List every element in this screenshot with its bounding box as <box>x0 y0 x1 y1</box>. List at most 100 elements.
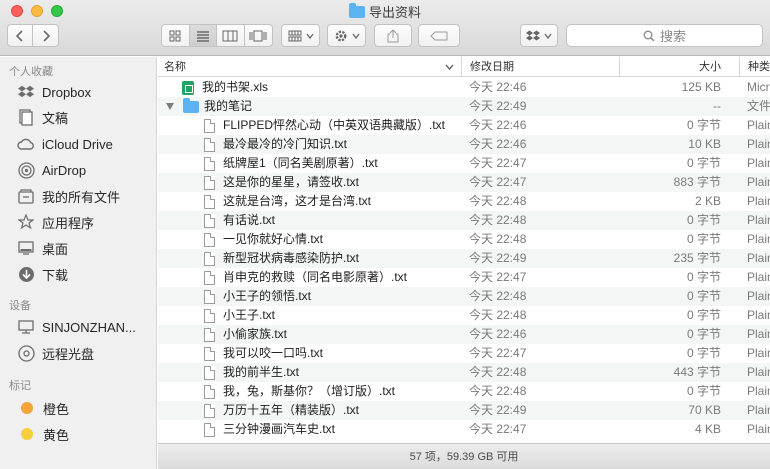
file-row[interactable]: 一见你就好心情.txt 今天 22:48 0 字节 Plain <box>158 230 770 249</box>
file-row[interactable]: 最冷最冷的冷门知识.txt 今天 22:46 10 KB Plain <box>158 135 770 154</box>
sidebar-item-dropbox[interactable]: Dropbox <box>17 81 155 103</box>
sidebar-item-label: Dropbox <box>42 84 92 100</box>
file-name-cell: 我的书架.xls <box>182 78 462 97</box>
column-view-button[interactable] <box>217 25 245 46</box>
file-row[interactable]: 小王子.txt 今天 22:48 0 字节 Plain <box>158 306 770 325</box>
forward-button[interactable] <box>33 25 58 46</box>
file-name: FLIPPED怦然心动（中英双语典藏版）.txt <box>223 118 446 132</box>
folder-icon <box>348 3 365 18</box>
file-name-cell: 我的前半生.txt <box>204 363 462 382</box>
file-name-cell: 肖申克的救赎（同名电影原著）.txt <box>204 268 462 287</box>
edit-tags-button[interactable] <box>418 24 460 47</box>
sidebar-item-computer[interactable]: SINJONZHAN... <box>17 316 155 338</box>
file-kind: Plain <box>747 251 770 265</box>
sidebar-item-desktop[interactable]: 桌面 <box>17 237 155 259</box>
sidebar-item-label: 下载 <box>42 267 69 283</box>
file-kind: Plain <box>747 308 770 322</box>
file-date: 今天 22:49 <box>469 251 527 265</box>
file-date: 今天 22:48 <box>469 232 527 246</box>
dropbox-menu-button[interactable] <box>520 24 558 47</box>
sidebar-item-remote-disc[interactable]: 远程光盘 <box>17 342 155 364</box>
sidebar-item-label: 我的所有文件 <box>42 189 121 205</box>
file-row[interactable]: 肖申克的救赎（同名电影原著）.txt 今天 22:47 0 字节 Plain <box>158 268 770 287</box>
file-row[interactable]: 这就是台湾，这才是台湾.txt 今天 22:48 2 KB Plain <box>158 192 770 211</box>
file-size: -- <box>713 99 721 113</box>
file-name: 这就是台湾，这才是台湾.txt <box>223 194 372 208</box>
file-row[interactable]: 这是你的星星，请签收.txt 今天 22:47 883 字节 Plain <box>158 173 770 192</box>
sidebar-item-downloads[interactable]: 下载 <box>17 263 155 285</box>
sidebar-item-airdrop[interactable]: AirDrop <box>17 159 155 181</box>
file-row[interactable]: 我的书架.xls 今天 22:46 125 KB Micr <box>158 78 770 97</box>
sidebar: 个人收藏 Dropbox 文稿 iCloud Drive AirDrop 我的所… <box>0 57 157 469</box>
file-name: 我的笔记 <box>204 99 253 113</box>
file-date: 今天 22:47 <box>469 175 527 189</box>
kind-column-header[interactable]: 种类 <box>739 57 770 77</box>
file-name: 我，兔，斯基你？（增订版）.txt <box>223 384 396 398</box>
share-icon <box>387 28 399 42</box>
disc-icon <box>17 344 35 362</box>
file-row[interactable]: 我的前半生.txt 今天 22:48 443 字节 Plain <box>158 363 770 382</box>
file-name: 小偷家族.txt <box>223 327 288 341</box>
cover-flow-icon <box>249 30 267 41</box>
file-size: 4 KB <box>694 422 721 436</box>
arrange-button[interactable] <box>281 24 320 47</box>
text-file-icon <box>204 194 215 209</box>
file-date: 今天 22:46 <box>469 118 527 132</box>
chevron-right-icon <box>42 29 50 42</box>
file-row[interactable]: 新型冠状病毒感染防护.txt 今天 22:49 235 字节 Plain <box>158 249 770 268</box>
sidebar-item-label: 应用程序 <box>42 215 95 231</box>
file-row[interactable]: 万历十五年（精装版）.txt 今天 22:49 70 KB Plain <box>158 401 770 420</box>
sidebar-item-all-files[interactable]: 我的所有文件 <box>17 185 155 207</box>
file-row[interactable]: FLIPPED怦然心动（中英双语典藏版）.txt 今天 22:46 0 字节 Plai… <box>158 116 770 135</box>
file-kind: Plain <box>747 289 770 303</box>
file-date: 今天 22:47 <box>469 422 527 436</box>
action-menu-button[interactable] <box>327 24 366 47</box>
file-name-cell: 新型冠状病毒感染防护.txt <box>204 249 462 268</box>
grid-view-icon <box>169 30 181 41</box>
sidebar-item-label: 橙色 <box>43 401 70 417</box>
search-placeholder: 搜索 <box>659 29 686 44</box>
file-list: 名称 修改日期 大小 种类 我的书架.xls 今天 22:46 125 KB Micr… <box>158 57 770 443</box>
sidebar-item-tag-yellow[interactable]: 黄色 <box>17 423 155 445</box>
chevron-left-icon <box>16 29 23 42</box>
back-button[interactable] <box>8 25 34 46</box>
name-column-header[interactable]: 名称 <box>164 57 454 77</box>
file-row[interactable]: 小偷家族.txt 今天 22:46 0 字节 Plain <box>158 325 770 344</box>
text-file-icon <box>204 118 215 133</box>
search-icon <box>643 30 655 42</box>
computer-icon <box>17 318 35 336</box>
status-bar: 57 项，59.39 GB 可用 <box>158 443 770 469</box>
date-column-header[interactable]: 修改日期 <box>461 57 619 77</box>
window-title: 导出资料 <box>0 2 770 21</box>
folder-row[interactable]: 我的笔记 今天 22:49 -- 文件 <box>158 97 770 116</box>
file-name-cell: 这就是台湾，这才是台湾.txt <box>204 192 462 211</box>
file-row[interactable]: 小王子的领悟.txt 今天 22:48 0 字节 Plain <box>158 287 770 306</box>
share-button[interactable] <box>374 24 412 47</box>
disclosure-triangle-icon[interactable] <box>166 103 174 110</box>
sidebar-item-icloud-drive[interactable]: iCloud Drive <box>17 133 155 155</box>
file-name: 这是你的星星，请签收.txt <box>223 175 360 189</box>
cover-flow-button[interactable] <box>245 25 272 46</box>
text-file-icon <box>204 137 215 152</box>
file-row[interactable]: 我可以咬一口吗.txt 今天 22:47 0 字节 Plain <box>158 344 770 363</box>
sidebar-item-documents[interactable]: 文稿 <box>17 106 155 128</box>
gear-icon <box>335 30 346 41</box>
search-field[interactable]: 搜索 <box>566 24 763 47</box>
file-name-cell: 小王子的领悟.txt <box>204 287 462 306</box>
sidebar-item-applications[interactable]: 应用程序 <box>17 211 155 233</box>
file-row[interactable]: 我，兔，斯基你？（增订版）.txt 今天 22:48 0 字节 Plain <box>158 382 770 401</box>
file-name: 有话说.txt <box>223 213 276 227</box>
file-row[interactable]: 有话说.txt 今天 22:48 0 字节 Plain <box>158 211 770 230</box>
file-row[interactable]: 三分钟漫画汽车史.txt 今天 22:47 4 KB Plain <box>158 420 770 439</box>
download-icon <box>17 265 35 283</box>
file-name-cell: 有话说.txt <box>204 211 462 230</box>
file-size: 0 字节 <box>686 156 721 170</box>
file-kind: Plain <box>747 194 770 208</box>
list-view-button[interactable] <box>189 25 217 46</box>
icon-view-button[interactable] <box>162 25 190 46</box>
sidebar-item-tag-orange[interactable]: 橙色 <box>17 397 155 419</box>
file-row[interactable]: 纸牌屋1（同名美剧原著）.txt 今天 22:47 0 字节 Plain <box>158 154 770 173</box>
file-rows: 我的书架.xls 今天 22:46 125 KB Micr 我的笔记 今天 22:49 --… <box>158 78 770 439</box>
size-column-header[interactable]: 大小 <box>619 57 739 77</box>
file-kind: Plain <box>747 346 770 360</box>
